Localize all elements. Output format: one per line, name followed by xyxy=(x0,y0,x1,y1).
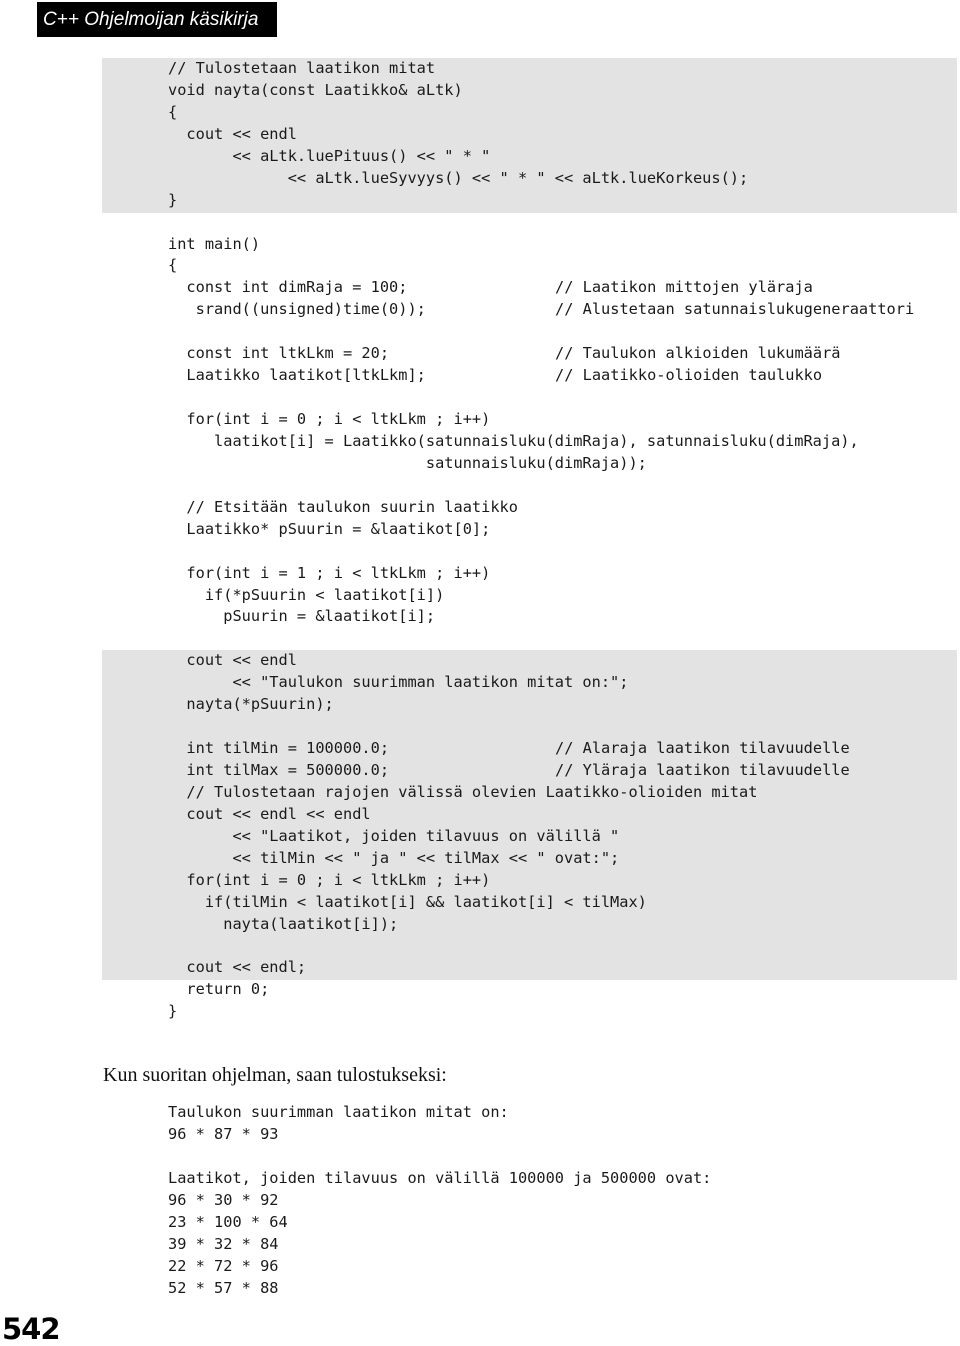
code-text: pSuurin = &laatikot[i]; xyxy=(168,607,436,626)
code-text: int tilMax = 500000.0; xyxy=(168,761,390,779)
code-text: } xyxy=(168,1002,178,1021)
code-text: laatikot[i] = Laatikko(satunnaisluku(dim… xyxy=(168,431,859,450)
output-line: 39 * 32 * 84 xyxy=(168,1234,279,1253)
code-text: const int ltkLkm = 20; xyxy=(168,344,390,363)
code-text: const int dimRaja = 100; xyxy=(168,278,408,297)
output-line: 96 * 30 * 92 xyxy=(168,1190,279,1209)
code-text: cout << endl xyxy=(168,651,297,670)
code-text: nayta(*pSuurin); xyxy=(168,695,334,714)
code-text: << "Laatikot, joiden tilavuus on välillä… xyxy=(168,826,620,845)
output-line: Laatikot, joiden tilavuus on välillä 100… xyxy=(168,1168,712,1187)
code-text: << aLtk.luePituus() << " * " xyxy=(168,146,491,165)
output-line: 96 * 87 * 93 xyxy=(168,1124,279,1143)
running-header: C++ Ohjelmoijan käsikirja xyxy=(37,2,277,37)
output-line: 52 * 57 * 88 xyxy=(168,1278,279,1297)
code-text: // Etsitään taulukon suurin laatikko xyxy=(168,497,518,516)
output-line: 22 * 72 * 96 xyxy=(168,1256,279,1275)
code-text: return 0; xyxy=(168,980,270,999)
code-text: // Tulostetaan rajojen välissä olevien L… xyxy=(168,782,758,801)
code-text: Laatikko laatikot[ltkLkm]; xyxy=(168,366,426,385)
code-text: // Tulostetaan laatikon mitat xyxy=(168,59,436,77)
code-text: cout << endl xyxy=(168,124,297,143)
code-text: nayta(laatikot[i]); xyxy=(168,914,399,933)
code-comment: // Taulukon alkioiden lukumäärä xyxy=(555,344,841,363)
output-line: Taulukon suurimman laatikon mitat on: xyxy=(168,1103,509,1121)
code-comment: // Laatikon mittojen yläraja xyxy=(555,278,813,297)
output-intro-text: Kun suoritan ohjelman, saan tulostukseks… xyxy=(103,1064,447,1086)
code-text: cout << endl; xyxy=(168,958,307,977)
code-comment: // Alaraja laatikon tilavuudelle xyxy=(555,739,850,758)
code-comment: // Alustetaan satunnaislukugeneraattori xyxy=(555,300,915,319)
code-text: int main() xyxy=(168,234,261,253)
page-number: 542 xyxy=(2,1312,61,1346)
code-text: void nayta(const Laatikko& aLtk) xyxy=(168,80,463,99)
code-text: int tilMin = 100000.0; xyxy=(168,739,390,758)
output-line: 23 * 100 * 64 xyxy=(168,1212,288,1231)
code-text: { xyxy=(168,256,178,275)
code-text: << tilMin << " ja " << tilMax << " ovat:… xyxy=(168,848,620,867)
output-intro-paragraph: Kun suoritan ohjelman, saan tulostukseks… xyxy=(103,1064,447,1087)
code-comment: // Laatikko-olioiden taulukko xyxy=(555,366,823,385)
code-text: if(*pSuurin < laatikot[i]) xyxy=(168,585,445,604)
code-text: << aLtk.lueSyvyys() << " * " << aLtk.lue… xyxy=(168,168,749,187)
code-text: for(int i = 1 ; i < ltkLkm ; i++) xyxy=(168,563,491,582)
code-text: for(int i = 0 ; i < ltkLkm ; i++) xyxy=(168,870,491,889)
code-text: srand((unsigned)time(0)); xyxy=(168,300,426,319)
program-output: Taulukon suurimman laatikon mitat on: 96 … xyxy=(168,1102,711,1299)
code-text: << "Taulukon suurimman laatikon mitat on… xyxy=(168,673,629,692)
code-text: } xyxy=(168,190,178,209)
book-title: C++ Ohjelmoijan käsikirja xyxy=(43,9,259,30)
code-text: Laatikko* pSuurin = &laatikot[0]; xyxy=(168,519,491,538)
code-comment: // Yläraja laatikon tilavuudelle xyxy=(555,761,850,779)
code-text: { xyxy=(168,102,178,121)
code-text: cout << endl << endl xyxy=(168,804,371,823)
code-text: satunnaisluku(dimRaja)); xyxy=(168,453,647,472)
code-text: for(int i = 0 ; i < ltkLkm ; i++) xyxy=(168,410,491,428)
code-text: if(tilMin < laatikot[i] && laatikot[i] <… xyxy=(168,892,647,911)
